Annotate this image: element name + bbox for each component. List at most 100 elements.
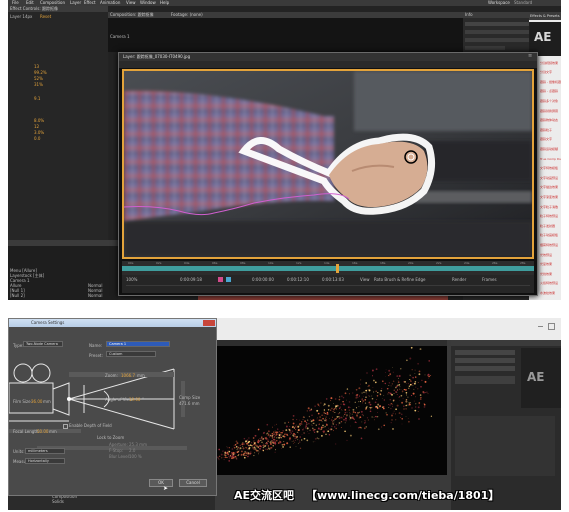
footage-tab-label[interactable]: Footage: (none) — [171, 12, 203, 17]
layer-viewport[interactable] — [122, 69, 534, 259]
effect-item[interactable]: 文字描边效果 — [540, 184, 561, 190]
zoom-select[interactable]: 100% — [126, 277, 137, 282]
effect-value[interactable]: 31% — [34, 82, 43, 87]
effect-item[interactable]: 光晕效果 — [540, 261, 561, 267]
menu-file[interactable]: File — [12, 0, 19, 5]
particle — [258, 453, 260, 455]
effect-item[interactable]: 分割视频效果 — [540, 60, 561, 66]
effect-item[interactable]: 跟踪物体动态 — [540, 117, 561, 123]
menu-animation[interactable]: Animation — [100, 0, 120, 5]
layer-row[interactable]: [Null 2] — [10, 293, 25, 298]
timeline-ruler: 00s 02s 04s 06s 08s 10s 12s 14s 16s 18s 20s 22s 24s 2… — [122, 261, 534, 266]
panel-row[interactable] — [455, 350, 515, 355]
effect-value[interactable]: 13 — [34, 64, 39, 69]
effect-value[interactable]: 99.2% — [34, 70, 47, 75]
effect-item[interactable]: 跟踪 - 点跟踪 — [540, 88, 561, 94]
timeline-tabs[interactable] — [8, 240, 118, 246]
close-icon[interactable] — [203, 320, 215, 326]
composition-particles-view[interactable] — [215, 340, 447, 475]
render-checkbox[interactable]: Render — [452, 277, 466, 282]
timeline-bar[interactable] — [122, 266, 534, 271]
maximize-icon[interactable] — [548, 323, 555, 330]
current-time-indicator[interactable] — [336, 264, 339, 273]
angle-value[interactable]: 19.00 — [129, 397, 140, 402]
film-size-value[interactable]: 36.00 — [31, 399, 42, 404]
focal-value[interactable]: 50.00 — [37, 429, 48, 434]
measure-select[interactable]: Horizontally — [25, 458, 65, 464]
minimize-icon[interactable] — [538, 326, 543, 327]
comp-tab-label[interactable]: Composition: 跟踪抠像 — [110, 12, 154, 17]
effect-value[interactable]: 9.1 — [34, 96, 40, 101]
effect-item[interactable]: 文字特效模板 — [540, 165, 561, 171]
menu-window[interactable]: Window — [140, 0, 156, 5]
effect-item[interactable]: 烟雾特效预设 — [540, 242, 561, 248]
layer-tab[interactable]: Layer: 跟踪抠像_07030-IT0490.jpg — [123, 54, 190, 60]
effect-controls-tab[interactable]: Effect Controls: 跟踪抠像 — [8, 6, 108, 12]
effect-item[interactable]: 跟踪运动模糊 — [540, 146, 561, 152]
preview-controls[interactable] — [465, 38, 531, 42]
effect-item[interactable]: True Comp Duplicator — [540, 156, 561, 162]
effect-item[interactable]: 光效预设 — [540, 252, 561, 258]
effect-item[interactable]: 文字渐变效果 — [540, 194, 561, 200]
color-swatch-icon[interactable] — [218, 277, 223, 282]
menu-view[interactable]: View — [126, 0, 136, 5]
composition-tab[interactable]: Composition: 跟踪抠像 Footage: (none) — [108, 12, 463, 18]
panel-menu-icon[interactable]: ≡ — [528, 54, 533, 59]
effect-item[interactable]: 水波纹效果 — [540, 290, 561, 296]
effect-item[interactable]: 跟踪多个对象 — [540, 98, 561, 104]
particle — [377, 391, 379, 394]
effect-item[interactable]: 跟踪替换屏幕 — [540, 108, 561, 114]
frames-checkbox[interactable]: Frames — [482, 277, 497, 282]
zoom-value[interactable]: 1066.7 — [121, 373, 135, 378]
workspace-select[interactable]: Standard — [514, 0, 532, 5]
character-field[interactable] — [465, 46, 505, 50]
effect-value[interactable]: 3.0% — [34, 130, 44, 135]
effect-value[interactable]: 0.0 — [34, 136, 40, 141]
panel-row[interactable] — [455, 366, 515, 371]
mode-select[interactable]: Normal — [88, 293, 102, 298]
particle — [239, 447, 242, 450]
menu-edit[interactable]: Edit — [26, 0, 34, 5]
particle — [313, 431, 316, 433]
in-point[interactable]: 0:00:00:00 — [252, 277, 274, 282]
effect-item[interactable]: 文字动画预设 — [540, 175, 561, 181]
lock-zoom-label[interactable]: Lock to Zoom — [97, 435, 124, 440]
effect-value[interactable]: 52% — [34, 76, 43, 81]
panel-row[interactable] — [455, 358, 515, 363]
effect-value[interactable]: 12 — [34, 124, 39, 129]
preview-controls[interactable] — [465, 30, 531, 34]
particle — [381, 426, 383, 428]
preset-select[interactable]: Custom — [106, 351, 156, 357]
right-panel-tab[interactable] — [451, 340, 561, 346]
name-input[interactable]: Camera 1 — [106, 341, 170, 347]
panel-row[interactable] — [455, 376, 515, 384]
particle — [374, 419, 376, 421]
effects-header[interactable]: Effects & Presets — [529, 12, 561, 20]
particle — [358, 405, 360, 407]
out-point[interactable]: 0:00:12:10 — [287, 277, 309, 282]
effect-item[interactable]: 光线效果 — [540, 271, 561, 277]
info-tab[interactable]: Info — [463, 12, 533, 18]
particle — [389, 404, 391, 406]
units-select[interactable]: millimeters — [25, 448, 65, 454]
dialog-titlebar[interactable]: Camera Settings — [9, 319, 216, 327]
effect-item[interactable]: 粒子动画模板 — [540, 232, 561, 238]
type-select[interactable]: Two-Node Camera — [23, 341, 63, 347]
color-swatch-icon[interactable] — [226, 277, 231, 282]
effect-item[interactable]: 跟踪粒子 — [540, 127, 561, 133]
effect-item[interactable]: 分割文字 — [540, 69, 561, 75]
dof-checkbox[interactable] — [63, 424, 68, 429]
menu-effect[interactable]: Effect — [84, 0, 96, 5]
timecode-display[interactable]: 0:00:09:18 — [180, 277, 202, 282]
effect-value[interactable]: 8.0% — [34, 118, 44, 123]
effect-item[interactable]: 文字粒子消散 — [540, 204, 561, 210]
effect-item[interactable]: 火焰特效预设 — [540, 280, 561, 286]
effect-item[interactable]: 粒子特效预设 — [540, 213, 561, 219]
effect-item[interactable]: 粒子发射器 — [540, 223, 561, 229]
menu-help[interactable]: Help — [160, 0, 169, 5]
view-select[interactable]: Roto Brush & Refine Edge — [374, 277, 425, 282]
menu-layer[interactable]: Layer — [70, 0, 81, 5]
menu-composition[interactable]: Composition — [40, 0, 65, 5]
effect-item[interactable]: 跟踪 - 摄像机跟踪 — [540, 79, 561, 85]
effect-item[interactable]: 跟踪文字 — [540, 136, 561, 142]
